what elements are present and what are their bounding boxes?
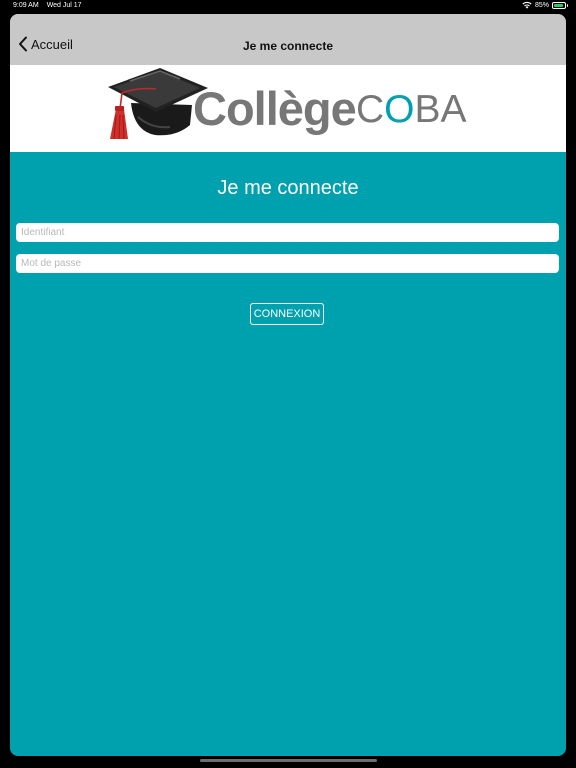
logo-word: Collège [193, 82, 357, 135]
battery-icon [552, 1, 568, 9]
username-input[interactable] [16, 223, 559, 242]
connexion-button[interactable]: CONNEXION [250, 303, 324, 325]
app-screen: Accueil Je me connecte Collège COBA Je m… [10, 14, 566, 756]
logo-brand: COBA [356, 88, 467, 132]
status-time: 9:09 AM [13, 2, 39, 9]
logo-brand-c: C [356, 88, 385, 131]
nav-title: Je me connecte [242, 39, 334, 53]
status-date: Wed Jul 17 [46, 2, 82, 9]
password-input[interactable] [16, 254, 559, 273]
page-title: Je me connecte [217, 177, 359, 199]
wifi-icon [522, 2, 532, 9]
status-bar: 9:09 AM Wed Jul 17 85% [0, 0, 576, 13]
battery-level [554, 3, 563, 7]
battery-percent: 85% [534, 1, 549, 9]
logo-brand-o: O [384, 88, 415, 131]
logo-banner: Collège COBA [10, 65, 566, 152]
logo-brand-ba: BA [414, 88, 467, 131]
navigation-bar: Accueil Je me connecte [10, 14, 566, 65]
home-indicator[interactable] [200, 759, 377, 762]
